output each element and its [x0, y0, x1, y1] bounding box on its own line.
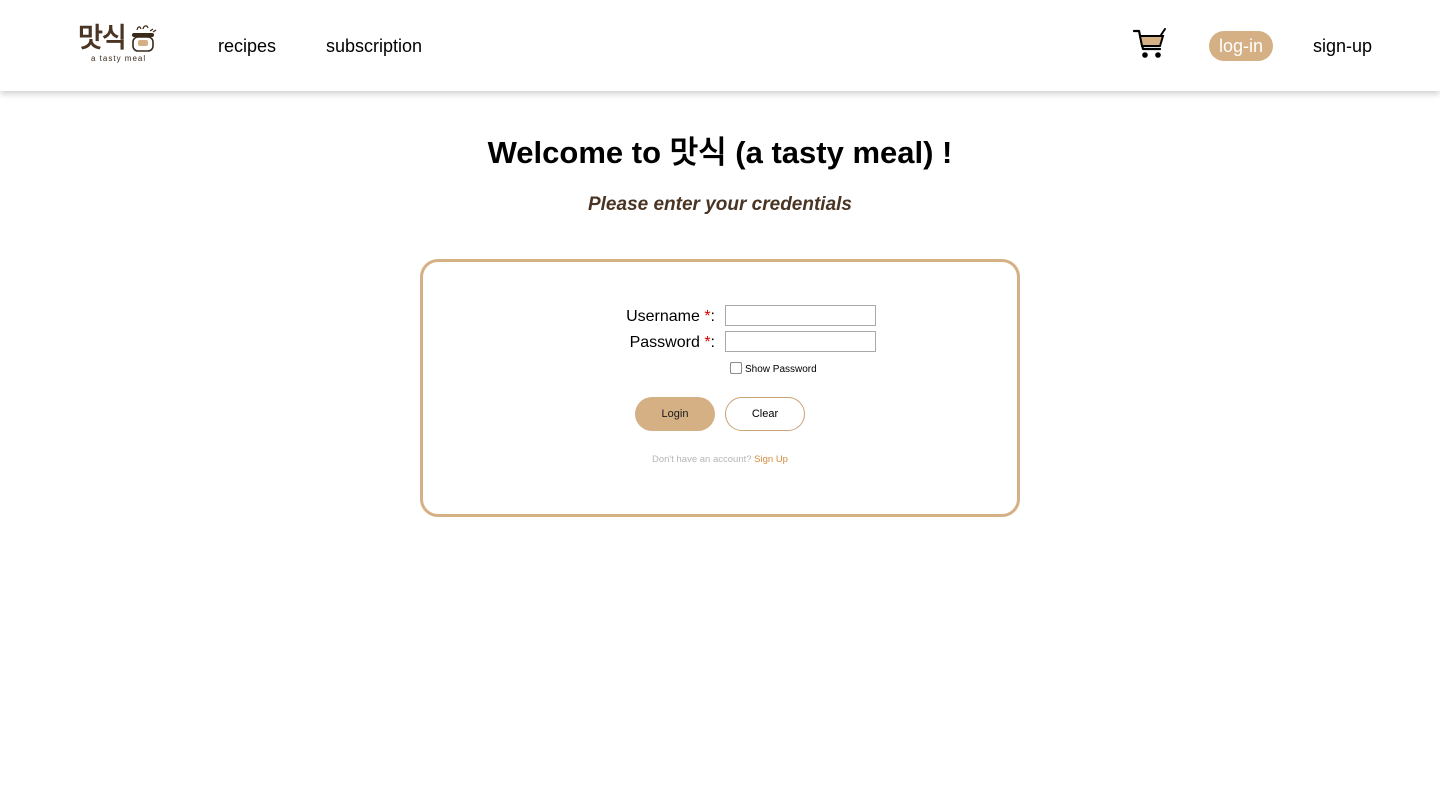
clear-button[interactable]: Clear [725, 397, 805, 431]
signup-link[interactable]: Sign Up [754, 454, 788, 465]
login-nav-button[interactable]: log-in [1209, 31, 1273, 61]
show-password-label[interactable]: Show Password [745, 364, 817, 376]
password-label-text: Password [629, 334, 705, 351]
shopping-cart-icon[interactable] [1132, 27, 1168, 61]
login-card: Username *: Password *: Show Password Lo… [420, 259, 1020, 517]
nav-recipes[interactable]: recipes [218, 35, 276, 57]
password-label: Password *: [595, 333, 715, 353]
logo[interactable]: 맛식 a tasty meal [78, 22, 158, 64]
signup-prompt: Don't have an account? Sign Up [423, 454, 1017, 466]
rice-pot-icon [132, 25, 157, 52]
title-korean: 맛식 [669, 135, 727, 171]
username-label-text: Username [626, 308, 705, 325]
page-subtitle: Please enter your credentials [587, 194, 852, 215]
signup-nav-link[interactable]: sign-up [1313, 35, 1372, 57]
username-label: Username *: [595, 307, 715, 327]
logo-text: 맛식 [78, 23, 127, 54]
show-password-checkbox[interactable] [730, 362, 742, 374]
login-button[interactable]: Login [635, 397, 715, 431]
title-suffix: (a tasty meal) ! [726, 135, 953, 170]
password-input[interactable] [725, 331, 876, 352]
title-prefix: Welcome to [487, 135, 670, 170]
nav-subscription[interactable]: subscription [326, 35, 422, 57]
username-input[interactable] [725, 305, 876, 326]
signup-prompt-text: Don't have an account? [652, 454, 755, 465]
logo-tagline: a tasty meal [91, 54, 147, 63]
label-colon: : [710, 334, 715, 351]
top-navigation-bar: 맛식 a tasty meal recipes subscription log… [0, 0, 1440, 91]
page-title: Welcome to 맛식 (a tasty meal) ! [0, 134, 1440, 172]
label-colon: : [710, 308, 715, 325]
